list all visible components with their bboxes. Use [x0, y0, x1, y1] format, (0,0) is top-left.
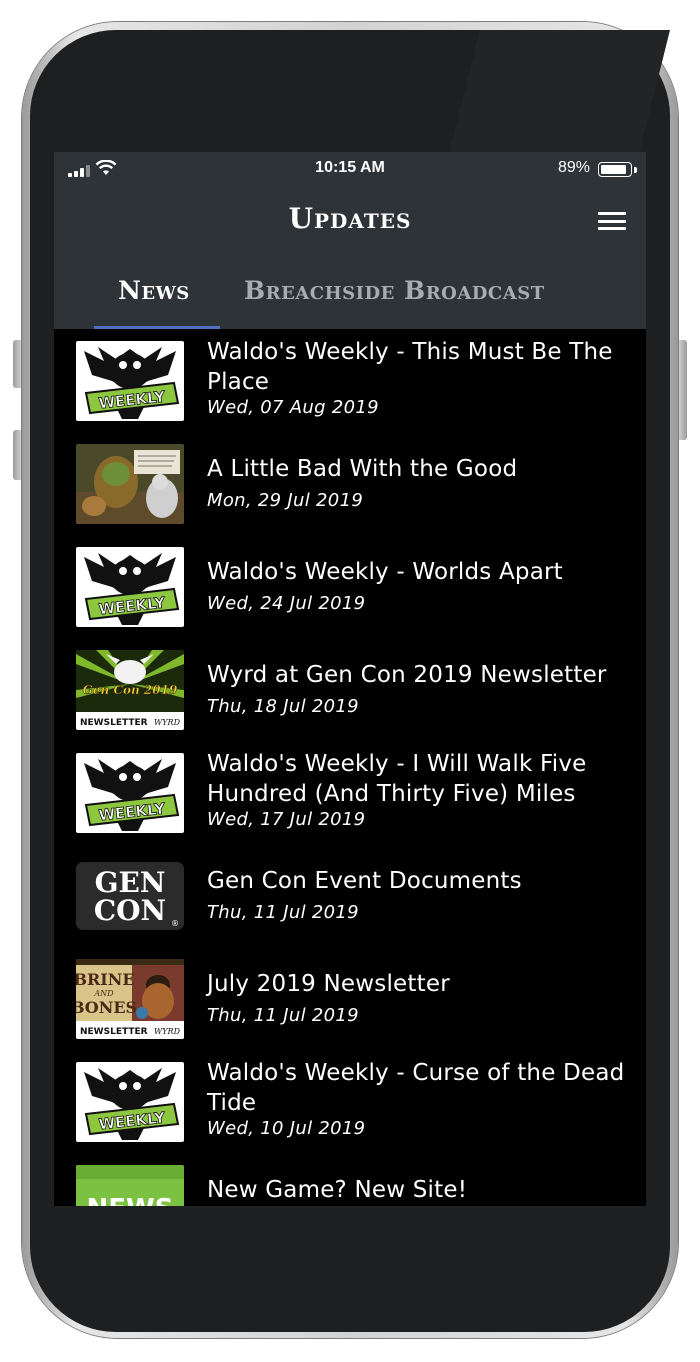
news-thumbnail: WEEKLY [76, 1062, 184, 1142]
news-thumbnail: NEWS [76, 1165, 184, 1206]
news-date: Thu, 18 Jul 2019 [207, 696, 359, 717]
battery-icon [598, 162, 632, 177]
page-title: Updates [288, 202, 412, 235]
thumb-footer: NEWSLETTER [80, 1027, 148, 1037]
thumb-label-mid: AND [93, 989, 114, 998]
news-thumbnail: Gen Con 2019 NEWSLETTER WYRD [76, 650, 184, 730]
power-button [677, 340, 687, 440]
thumb-footer: NEWSLETTER [80, 718, 148, 728]
news-title: July 2019 Newsletter [207, 971, 450, 997]
news-date: Wed, 10 Jul 2019 [207, 1118, 366, 1139]
news-thumbnail: GEN CON ® [76, 862, 184, 930]
news-date: Wed, 24 Jul 2019 [207, 593, 366, 614]
news-date: Wed, 17 Jul 2019 [207, 809, 366, 830]
news-thumbnail: WEEKLY [76, 341, 184, 421]
thumb-footer-brand: WYRD [154, 1027, 181, 1036]
news-thumbnail: WEEKLY [76, 753, 184, 833]
news-title: Gen Con Event Documents [207, 868, 522, 894]
news-item[interactable]: BRINE AND BONES NEWSLETTER WYRD July 201… [54, 947, 646, 1050]
thumb-label: BRINE [76, 970, 135, 989]
news-item[interactable]: Gen Con 2019 NEWSLETTER WYRD Wyrd at Gen… [54, 638, 646, 741]
news-thumbnail: WEEKLY [76, 547, 184, 627]
thumb-footer-brand: WYRD [154, 718, 181, 727]
tab-breachside-broadcast[interactable]: Breachside Broadcast [244, 276, 545, 305]
news-item[interactable]: WEEKLY Waldo's Weekly - This Must Be The… [54, 329, 646, 432]
bezel-glare [448, 30, 670, 155]
news-item[interactable]: WEEKLY Waldo's Weekly - Curse of the Dea… [54, 1050, 646, 1153]
news-item[interactable]: GEN CON ® Gen Con Event Documents Thu, 11… [54, 844, 646, 947]
thumb-label: NEWS [87, 1194, 174, 1206]
news-date: Thu, 11 Jul 2019 [207, 1005, 359, 1026]
news-item[interactable]: NEWS New Game? New Site! [54, 1153, 646, 1206]
news-item[interactable]: WEEKLY Waldo's Weekly - Worlds Apart Wed,… [54, 535, 646, 638]
news-title: New Game? New Site! [207, 1177, 468, 1203]
thumb-label-2: CON [94, 894, 166, 927]
app-header: 10:15 AM 89% Updates News Breachside Bro… [54, 152, 646, 329]
news-title: Wyrd at Gen Con 2019 Newsletter [207, 662, 607, 688]
tab-news[interactable]: News [118, 276, 190, 305]
app-screen: 10:15 AM 89% Updates News Breachside Bro… [54, 152, 646, 1206]
battery-tip [634, 167, 637, 173]
news-item[interactable]: WEEKLY Waldo's Weekly - I Will Walk Five… [54, 741, 646, 844]
thumb-label: Gen Con 2019 [83, 683, 178, 697]
battery-percent: 89% [557, 159, 590, 176]
news-item[interactable]: A Little Bad With the Good Mon, 29 Jul 20… [54, 432, 646, 535]
news-date: Mon, 29 Jul 2019 [207, 490, 364, 511]
news-date: Thu, 11 Jul 2019 [207, 902, 359, 923]
news-title: Waldo's Weekly - Curse of the Dead Tide [207, 1060, 625, 1116]
news-thumbnail: BRINE AND BONES NEWSLETTER WYRD [76, 959, 184, 1039]
news-date: Wed, 07 Aug 2019 [207, 397, 379, 418]
news-title: Waldo's Weekly - I Will Walk Five Hundre… [207, 751, 587, 807]
status-bar: 10:15 AM 89% [54, 152, 646, 186]
registered-mark: ® [171, 919, 179, 928]
news-title: A Little Bad With the Good [207, 456, 518, 482]
hamburger-menu-icon[interactable] [598, 210, 626, 232]
news-title: Waldo's Weekly - Worlds Apart [207, 559, 563, 585]
news-thumbnail [76, 444, 184, 524]
news-title: Waldo's Weekly - This Must Be The Place [207, 339, 613, 395]
thumb-label-2: BONES [76, 998, 137, 1017]
